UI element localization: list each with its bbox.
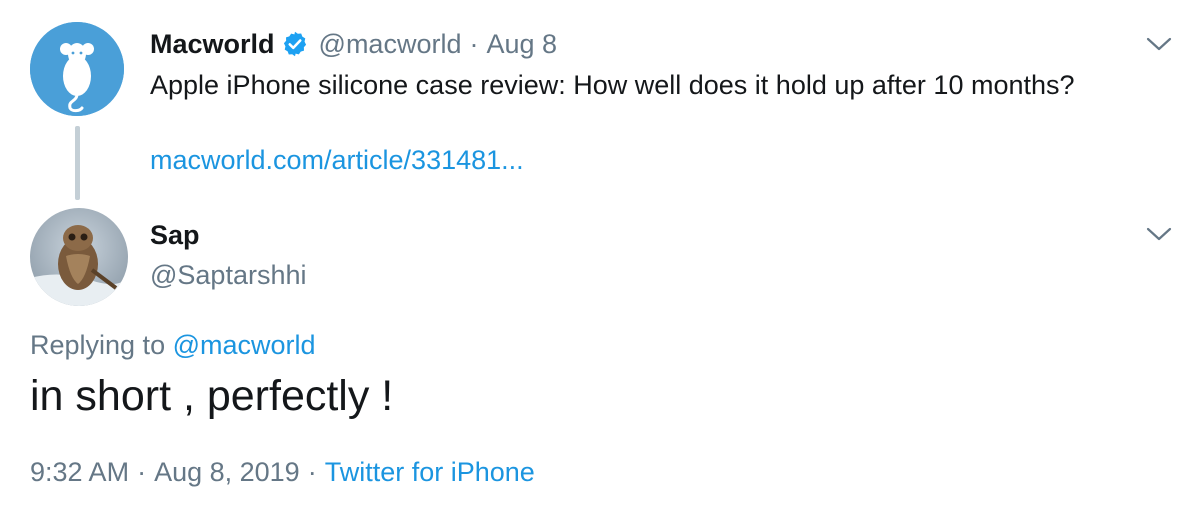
tweet-header: Macworld @macworld · Aug 8 <box>150 27 557 61</box>
reply-author-handle[interactable]: @Saptarshhi <box>150 260 307 291</box>
replying-mention[interactable]: @macworld <box>173 330 316 360</box>
replying-prefix: Replying to <box>30 330 166 360</box>
tweet-time[interactable]: 9:32 AM <box>30 457 129 487</box>
article-link[interactable]: macworld.com/article/331481... <box>150 145 524 176</box>
owl-photo-icon <box>30 208 128 306</box>
tweet-metadata: 9:32 AM · Aug 8, 2019 · Twitter for iPhone <box>30 457 535 488</box>
chevron-down-icon[interactable] <box>1146 226 1172 242</box>
tweet-full-date[interactable]: Aug 8, 2019 <box>154 457 300 487</box>
mouse-logo-icon <box>30 22 124 116</box>
separator-dot: · <box>307 457 317 487</box>
chevron-down-icon[interactable] <box>1146 36 1172 52</box>
separator-dot: · <box>137 457 147 487</box>
verified-badge-icon <box>283 31 306 57</box>
reply-author-name[interactable]: Sap <box>150 220 200 251</box>
author-handle[interactable]: @macworld <box>319 29 462 60</box>
separator-dot: · <box>469 28 479 59</box>
author-name[interactable]: Macworld <box>150 29 275 60</box>
macworld-avatar[interactable] <box>30 22 124 116</box>
sap-avatar[interactable] <box>30 208 128 306</box>
tweet-date[interactable]: Aug 8 <box>486 29 557 60</box>
tweet-source[interactable]: Twitter for iPhone <box>325 457 535 487</box>
tweet-text: Apple iPhone silicone case review: How w… <box>150 70 1075 100</box>
thread-connector-line <box>75 126 80 200</box>
reply-text: in short , perfectly ! <box>30 372 394 420</box>
replying-to-line: Replying to @macworld <box>30 330 316 361</box>
